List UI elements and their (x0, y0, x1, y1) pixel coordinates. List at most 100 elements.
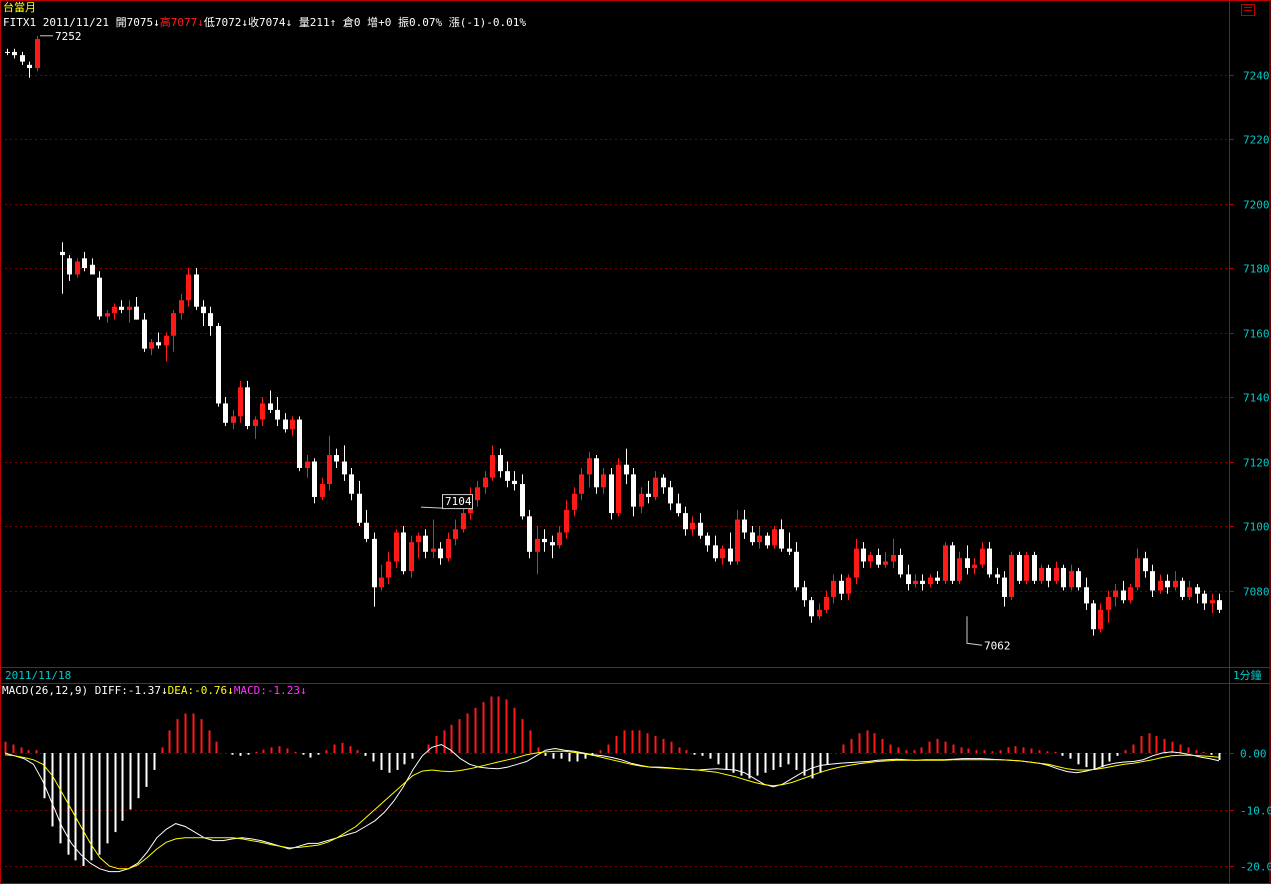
candle-body (980, 548, 985, 565)
candle-body (379, 577, 384, 588)
candle-body (550, 542, 555, 546)
candle-body (186, 274, 191, 301)
candle-body (475, 487, 480, 501)
candle-body (364, 522, 369, 539)
candle-body (1180, 580, 1185, 597)
candlestick-series (5, 35, 1222, 636)
candle-body (668, 487, 673, 504)
candle-body (12, 51, 17, 56)
candle-body (876, 555, 881, 565)
candle-body (312, 461, 317, 497)
candle-body (275, 409, 280, 420)
candle-body (1202, 593, 1207, 604)
candle-body (164, 335, 169, 346)
candle-body (1017, 555, 1022, 581)
candle-body (735, 519, 740, 562)
quote-date: 2011/11/21 (42, 16, 109, 29)
candle-body (401, 532, 406, 572)
candle-body (972, 564, 977, 568)
candle-body (119, 306, 124, 310)
candle-body (520, 484, 525, 517)
candle-body (1217, 600, 1222, 610)
candle-body (1091, 603, 1096, 630)
candle-body (372, 538, 377, 588)
candle-body (913, 580, 918, 585)
candle-body (817, 609, 822, 617)
candle-body (1121, 590, 1126, 601)
macd-header: MACD(26,12,9) DIFF:-1.37↓DEA:-0.76↓MACD:… (2, 684, 307, 697)
candle-body (601, 474, 606, 488)
candle-body (134, 306, 139, 320)
diff-line (4, 743, 1220, 873)
candle-body (535, 538, 540, 552)
candle-body (112, 306, 117, 314)
candle-body (297, 419, 302, 468)
oi-change: 增+0 (367, 16, 392, 29)
macd-tick-label: 0.00 (1240, 748, 1267, 761)
price-axis-ticks: 7080 7100 7120 7140 7160 7180 7200 7220 7240 (1229, 70, 1270, 599)
candle-body (20, 55, 25, 62)
candle-body (490, 455, 495, 478)
candle-body (765, 535, 770, 546)
candle-body (690, 522, 695, 530)
candle-body (75, 261, 80, 275)
macd-lines (4, 743, 1220, 873)
candle-body (1046, 567, 1051, 581)
candle-body (742, 519, 747, 533)
candle-body (1061, 567, 1066, 588)
macd-tick-label: -20.00 (1240, 861, 1271, 874)
candle-body (327, 455, 332, 485)
macd-tick-label: -10.00 (1240, 805, 1271, 818)
candle-body (67, 258, 72, 275)
candle-body (305, 461, 310, 468)
candle-body (1165, 580, 1170, 588)
diff-value: DIFF:-1.37↓ (94, 684, 168, 697)
candle-body (1009, 555, 1014, 597)
candle-body (216, 326, 221, 404)
price-change: 漲(-1)-0.01% (448, 16, 526, 29)
candle-body (957, 558, 962, 581)
annotation-label: 7062 (984, 639, 1011, 652)
candle-body (846, 577, 851, 594)
candle-body (423, 535, 428, 552)
price-tick-label: 7100 (1243, 521, 1270, 534)
candle-body (505, 471, 510, 481)
candle-body (883, 561, 888, 565)
price-tick-label: 7080 (1243, 586, 1270, 599)
chart-frame (0, 0, 1271, 884)
candle-body (127, 306, 132, 310)
macd-gridlines (0, 753, 1229, 867)
candle-body (616, 464, 621, 514)
candle-body (594, 458, 599, 488)
candle-body (987, 548, 992, 575)
candle-body (965, 558, 970, 568)
price-tick-label: 7160 (1243, 328, 1270, 341)
candle-body (579, 474, 584, 494)
candle-body (1002, 577, 1007, 597)
candle-body (461, 513, 466, 530)
close-value: 收7074↓ (247, 16, 293, 29)
candle-body (653, 477, 658, 497)
macd-name: MACD(26,12,9) (2, 684, 89, 697)
candle-body (245, 387, 250, 427)
candle-body (1106, 596, 1111, 610)
candle-body (891, 555, 896, 562)
candle-body (1150, 571, 1155, 591)
candle-body (928, 577, 933, 585)
price-tick-label: 7180 (1243, 263, 1270, 276)
candle-body (253, 419, 258, 427)
candle-body (713, 545, 718, 559)
quote-header: FITX1 2011/11/21 開7075↓高7077↓低7072↓收7074… (3, 16, 526, 29)
low-value: 低7072↓ (203, 16, 248, 29)
price-tick-label: 7120 (1243, 457, 1270, 470)
candle-body (646, 493, 651, 497)
candle-body (587, 458, 592, 475)
window-menu-icon[interactable] (1241, 4, 1255, 16)
high-value: 高7077↓ (159, 16, 204, 29)
candle-body (231, 416, 236, 423)
period-label[interactable]: 1分鐘 (1233, 669, 1262, 682)
candle-body (5, 51, 10, 53)
candle-body (453, 529, 458, 539)
price-gridlines (0, 75, 1229, 592)
candle-body (728, 548, 733, 562)
